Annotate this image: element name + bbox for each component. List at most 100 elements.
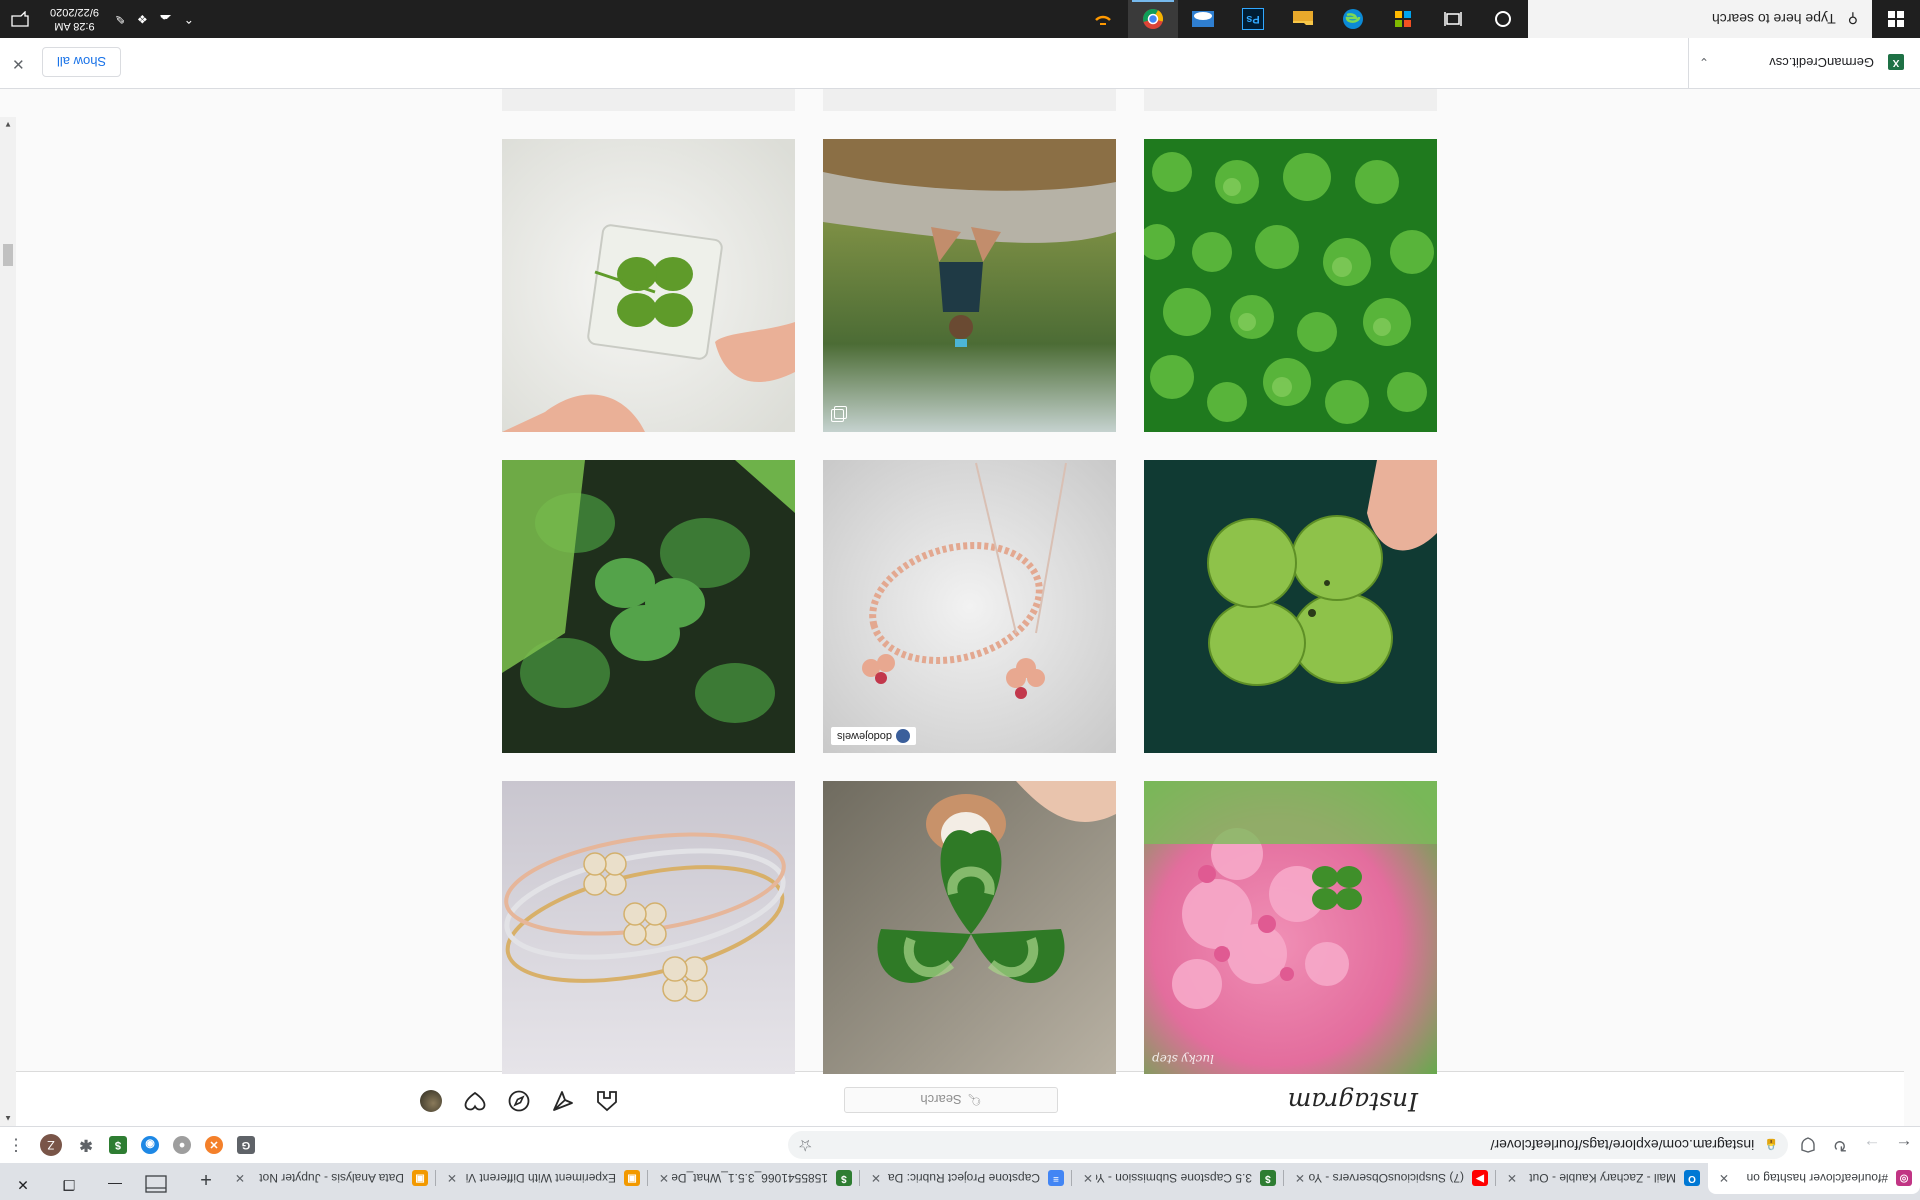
direct-icon[interactable] — [552, 1090, 574, 1112]
post-thumbnail[interactable]: lucky step — [1144, 781, 1437, 1074]
dropbox-icon[interactable]: ❖ — [137, 12, 148, 26]
close-window-icon[interactable]: ✕ — [0, 1170, 46, 1200]
reload-icon[interactable]: ↻ — [1824, 1131, 1856, 1159]
instagram-search-input[interactable]: 🔍︎ Search — [844, 1087, 1058, 1113]
photoshop-icon[interactable]: Ps — [1228, 0, 1278, 38]
tab-close-icon[interactable]: ✕ — [232, 1172, 248, 1186]
post-thumbnail[interactable]: dodojewels — [823, 460, 1116, 753]
tab-course-pdf[interactable]: $ 1585541066_3.5.1_What_De ✕ — [648, 1163, 860, 1194]
back-icon[interactable]: ← — [1888, 1131, 1920, 1159]
extension-blue-icon[interactable]: ◉ — [141, 1136, 159, 1154]
tab-title: 3.5 Capstone Submission - Yo — [1096, 1171, 1252, 1186]
instagram-nav-icons — [420, 1090, 618, 1112]
restore-icon[interactable]: ❐ — [46, 1170, 92, 1200]
taskbar-search-box[interactable]: ⚲ Type here to search — [1528, 0, 1872, 38]
extension-dollar-icon[interactable]: $ — [109, 1136, 127, 1154]
extension-dot-icon[interactable]: ● — [173, 1136, 191, 1154]
brand-logo-icon — [896, 729, 911, 743]
chevron-up-icon[interactable]: ⌃ — [184, 12, 194, 26]
post-thumbnail[interactable] — [502, 139, 795, 432]
address-bar[interactable]: 🔒 instagram.com/explore/tags/fourleafclo… — [788, 1131, 1788, 1159]
clock-date: 9/22/2020 — [50, 6, 99, 18]
download-item[interactable]: X GermanCredit.csv ⌄ — [1688, 37, 1920, 88]
course-favicon-icon: $ — [836, 1170, 852, 1187]
chevron-down-icon[interactable]: ⌄ — [1689, 56, 1719, 70]
pen-icon[interactable]: ✎ — [115, 12, 125, 26]
windows-taskbar: ⚲ Type here to search Ps ⌃ ☁ ❖ ✎ 9:28 AM… — [0, 0, 1920, 38]
scroll-up-icon[interactable]: ▲ — [4, 1114, 12, 1123]
post-thumbnail[interactable] — [1144, 460, 1437, 753]
windows-start-icon[interactable] — [1872, 0, 1920, 38]
page-scrollbar[interactable]: ▲ ▼ — [0, 117, 16, 1126]
tab-close-icon[interactable]: ✕ — [1292, 1172, 1308, 1186]
instagram-header: Instagram 🔍︎ Search — [16, 1071, 1904, 1126]
onedrive-cloud-icon[interactable]: ☁ — [160, 12, 172, 26]
search-icon: 🔍︎ — [967, 1093, 982, 1106]
minimize-icon[interactable]: — — [92, 1170, 138, 1200]
course-favicon-icon: $ — [1260, 1170, 1276, 1187]
system-clock[interactable]: 9:28 AM 9/22/2020 — [50, 5, 99, 33]
extension-x-icon[interactable]: ✕ — [205, 1136, 223, 1154]
jupyter-favicon-icon: ▣ — [624, 1170, 640, 1187]
taskbar-apps: Ps — [1078, 0, 1528, 38]
tab-close-icon[interactable]: ✕ — [1080, 1172, 1096, 1186]
task-view-icon[interactable] — [1428, 0, 1478, 38]
screen: ◎ #fourleafclover hashtag on ✕ O Mail - … — [0, 0, 1920, 1200]
excel-file-icon: X — [1888, 54, 1904, 71]
bookmark-shield-icon[interactable] — [1792, 1131, 1824, 1159]
instagram-logo[interactable]: Instagram — [1288, 1087, 1418, 1116]
post-thumbnail[interactable] — [502, 781, 795, 1074]
amazon-music-icon[interactable] — [1078, 0, 1128, 38]
chrome-taskbar-icon[interactable] — [1128, 0, 1178, 38]
scroll-down-icon[interactable]: ▼ — [4, 120, 12, 129]
tab-close-icon[interactable]: ✕ — [868, 1172, 884, 1186]
post-thumbnail[interactable] — [502, 460, 795, 753]
weather-app-icon[interactable] — [1178, 0, 1228, 38]
activity-heart-icon[interactable] — [464, 1090, 486, 1112]
docs-favicon-icon: ≡ — [1048, 1170, 1064, 1187]
close-download-shelf-icon[interactable]: ✕ — [12, 55, 25, 73]
tab-close-icon[interactable]: ✕ — [1716, 1172, 1732, 1186]
post-thumbnail[interactable] — [823, 139, 1116, 432]
action-center-icon[interactable] — [0, 0, 40, 38]
new-tab-button[interactable]: + — [192, 1165, 220, 1193]
cortana-icon[interactable] — [1478, 0, 1528, 38]
tab-close-icon[interactable]: ✕ — [1504, 1172, 1520, 1186]
file-explorer-icon[interactable] — [1278, 0, 1328, 38]
chrome-menu-icon[interactable]: ⋮ — [0, 1131, 32, 1159]
download-shelf: X GermanCredit.csv ⌄ Show all ✕ — [0, 37, 1920, 89]
tab-close-icon[interactable]: ✕ — [656, 1172, 672, 1186]
edge-icon[interactable] — [1328, 0, 1378, 38]
profile-avatar[interactable] — [420, 1090, 442, 1112]
chrome-profile-avatar[interactable]: Z — [40, 1134, 62, 1156]
tab-title: Mail - Zachary Kauble - Out — [1529, 1171, 1676, 1186]
tab-jupyter[interactable]: ▣ Data Analysis - Jupyter Not ✕ — [224, 1163, 436, 1194]
extensions-puzzle-icon[interactable]: ✱ — [77, 1136, 95, 1154]
tab-youtube[interactable]: ▶ (7) SuspiciousObservers - Yo ✕ — [1284, 1163, 1496, 1194]
tab-outlook-mail[interactable]: O Mail - Zachary Kauble - Out ✕ — [1496, 1163, 1708, 1194]
tab-title: Data Analysis - Jupyter Not — [259, 1171, 404, 1186]
photo-signature: lucky step — [1152, 1052, 1214, 1066]
tab-capstone-rubric[interactable]: ≡ Capstone Project Rubric: Da ✕ — [860, 1163, 1072, 1194]
url-text: instagram.com/explore/tags/fourleafclove… — [1490, 1137, 1755, 1153]
search-icon: ⚲ — [1847, 11, 1858, 28]
extension-g-icon[interactable]: G — [237, 1136, 255, 1154]
show-all-downloads-button[interactable]: Show all — [42, 47, 122, 77]
tab-title: Experiment With Different Vi — [465, 1171, 616, 1186]
tab-capstone-submission[interactable]: $ 3.5 Capstone Submission - Yo ✕ — [1072, 1163, 1284, 1194]
explore-icon[interactable] — [508, 1090, 530, 1112]
tab-title: 1585541066_3.5.1_What_De — [672, 1171, 828, 1186]
tab-search-icon[interactable] — [145, 1174, 167, 1194]
home-icon[interactable] — [596, 1090, 618, 1112]
tab-close-icon[interactable]: ✕ — [444, 1172, 460, 1186]
post-thumbnail[interactable] — [1144, 139, 1437, 432]
download-filename: GermanCredit.csv — [1769, 55, 1874, 70]
tab-instagram[interactable]: ◎ #fourleafclover hashtag on ✕ — [1708, 1163, 1920, 1194]
microsoft-store-icon[interactable] — [1378, 0, 1428, 38]
window-controls: — ❐ ✕ — [0, 1170, 138, 1200]
scrollbar-thumb[interactable] — [3, 244, 13, 266]
tab-experiment-vis[interactable]: ▣ Experiment With Different Vi ✕ — [436, 1163, 648, 1194]
forward-icon[interactable]: → — [1856, 1131, 1888, 1159]
bookmark-star-icon[interactable]: ☆ — [798, 1135, 812, 1155]
post-thumbnail[interactable] — [823, 781, 1116, 1074]
